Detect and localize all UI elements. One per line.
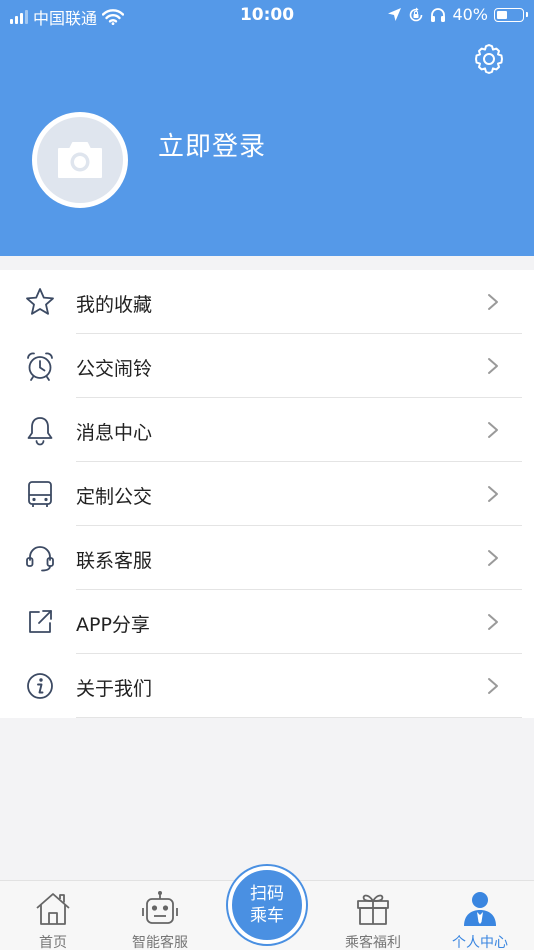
share-icon bbox=[29, 610, 52, 633]
chevron-right-icon bbox=[488, 486, 498, 502]
scan-label-line2: 乘车 bbox=[250, 906, 284, 926]
tab-passenger-welfare[interactable]: 乘客福利 bbox=[323, 881, 423, 950]
tab-label: 个人中心 bbox=[452, 935, 508, 950]
lock-rotation-icon bbox=[410, 7, 423, 21]
menu-item-favorites[interactable]: 我的收藏 bbox=[0, 270, 534, 334]
tab-label: 智能客服 bbox=[132, 935, 188, 950]
status-bar: 中国联通 10:00 40% bbox=[0, 0, 534, 32]
camera-icon bbox=[58, 142, 102, 178]
robot-icon bbox=[142, 891, 178, 924]
scan-label-line1: 扫码 bbox=[250, 884, 284, 904]
menu-item-customer-service[interactable]: 联系客服 bbox=[0, 526, 534, 590]
scan-to-ride-button[interactable]: 扫码 乘车 bbox=[228, 866, 306, 944]
bell-icon bbox=[27, 417, 53, 446]
menu-item-label: 联系客服 bbox=[76, 550, 153, 572]
chevron-right-icon bbox=[488, 550, 498, 566]
login-link[interactable]: 立即登录 bbox=[158, 126, 266, 163]
home-icon bbox=[36, 893, 70, 925]
star-icon bbox=[26, 288, 54, 315]
tab-label: 乘客福利 bbox=[345, 935, 401, 950]
person-icon bbox=[464, 892, 496, 926]
menu-item-bus-alarm[interactable]: 公交闹铃 bbox=[0, 334, 534, 398]
profile-header: 中国联通 10:00 40% 立即登录 bbox=[0, 0, 534, 256]
menu-item-app-share[interactable]: APP分享 bbox=[0, 590, 534, 654]
headphones-icon bbox=[431, 7, 446, 22]
tab-smart-service[interactable]: 智能客服 bbox=[110, 881, 210, 950]
tab-home[interactable]: 首页 bbox=[3, 881, 103, 950]
chevron-right-icon bbox=[488, 614, 498, 630]
chevron-right-icon bbox=[488, 294, 498, 310]
menu-item-label: 公交闹铃 bbox=[76, 358, 153, 380]
tab-label: 首页 bbox=[39, 935, 67, 950]
headset-icon bbox=[26, 546, 54, 572]
gift-icon bbox=[357, 894, 389, 925]
divider bbox=[76, 717, 522, 718]
bus-icon bbox=[28, 481, 52, 507]
menu-item-custom-bus[interactable]: 定制公交 bbox=[0, 462, 534, 526]
battery-icon bbox=[494, 7, 528, 22]
menu-item-messages[interactable]: 消息中心 bbox=[0, 398, 534, 462]
tab-personal-center[interactable]: 个人中心 bbox=[430, 881, 530, 950]
chevron-right-icon bbox=[488, 358, 498, 374]
menu-item-about-us[interactable]: 关于我们 bbox=[0, 654, 534, 718]
chevron-right-icon bbox=[488, 678, 498, 694]
alarm-clock-icon bbox=[27, 352, 53, 381]
info-icon bbox=[27, 673, 53, 699]
gear-icon[interactable] bbox=[472, 42, 506, 76]
menu-item-label: APP分享 bbox=[76, 614, 150, 636]
chevron-right-icon bbox=[488, 422, 498, 438]
avatar[interactable] bbox=[32, 112, 128, 208]
profile-menu: 我的收藏 公交闹铃 消息中心 定制公交 联系客服 APP分享 关于我们 bbox=[0, 270, 534, 718]
menu-item-label: 我的收藏 bbox=[76, 294, 153, 316]
battery-percent: 40% bbox=[452, 5, 488, 24]
menu-item-label: 关于我们 bbox=[76, 678, 153, 700]
menu-item-label: 消息中心 bbox=[76, 422, 153, 444]
location-icon bbox=[388, 8, 402, 21]
menu-item-label: 定制公交 bbox=[76, 486, 153, 508]
